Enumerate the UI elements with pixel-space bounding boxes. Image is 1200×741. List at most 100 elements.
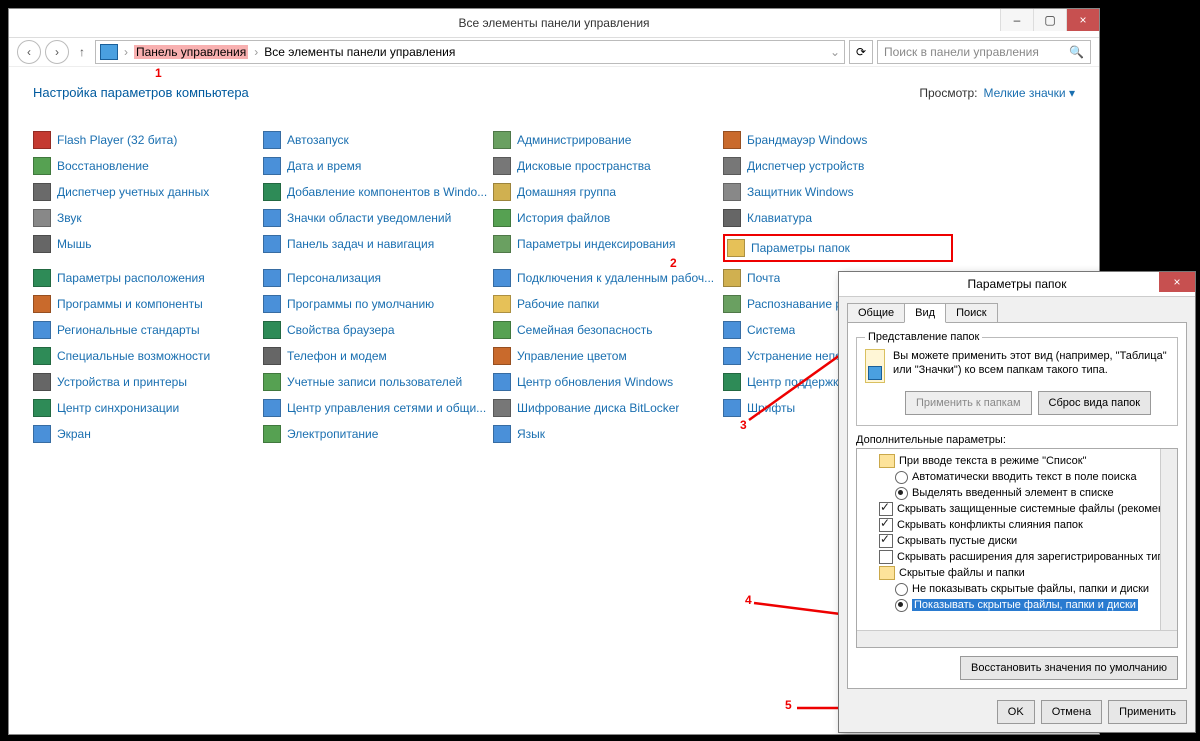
cp-item[interactable]: Центр обновления Windows — [493, 372, 723, 392]
cp-item[interactable]: Брандмауэр Windows — [723, 130, 953, 150]
checkbox-checked-icon[interactable] — [879, 518, 893, 532]
cp-item-label[interactable]: Клавиатура — [747, 211, 812, 225]
checkbox-checked-icon[interactable] — [879, 534, 893, 548]
ok-button[interactable]: OK — [997, 700, 1035, 724]
view-dropdown[interactable]: Мелкие значки ▾ — [984, 86, 1075, 100]
close-button[interactable]: × — [1066, 9, 1099, 31]
cp-item[interactable]: Центр управления сетями и общи... — [263, 398, 493, 418]
cp-item[interactable]: Управление цветом — [493, 346, 723, 366]
advanced-tree[interactable]: При вводе текста в режиме "Список" Автом… — [856, 448, 1178, 648]
cp-item-label[interactable]: Устройства и принтеры — [57, 375, 187, 389]
radio-off-icon[interactable] — [895, 583, 908, 596]
cp-item-label[interactable]: Параметры расположения — [57, 271, 205, 285]
cp-item-label[interactable]: Управление цветом — [517, 349, 627, 363]
cp-item[interactable]: Клавиатура — [723, 208, 953, 228]
maximize-button[interactable]: ▢ — [1033, 9, 1066, 31]
cp-item[interactable]: Устройства и принтеры — [33, 372, 263, 392]
horizontal-scrollbar[interactable] — [857, 630, 1177, 647]
restore-defaults-button[interactable]: Восстановить значения по умолчанию — [960, 656, 1178, 680]
cp-item[interactable]: Администрирование — [493, 130, 723, 150]
apply-to-folders-button[interactable]: Применить к папкам — [905, 391, 1032, 415]
cp-item[interactable]: Шифрование диска BitLocker — [493, 398, 723, 418]
cp-item[interactable]: Специальные возможности — [33, 346, 263, 366]
cp-item-label[interactable]: Система — [747, 323, 795, 337]
tree-opt-hide-ext[interactable]: Скрывать расширения для зарегистрированн… — [897, 551, 1170, 563]
radio-on-icon[interactable] — [895, 487, 908, 500]
cp-item[interactable]: Автозапуск — [263, 130, 493, 150]
cp-item[interactable]: Рабочие папки — [493, 294, 723, 314]
cp-item[interactable]: Экран — [33, 424, 263, 444]
cp-item-label[interactable]: Семейная безопасность — [517, 323, 653, 337]
cp-item-label[interactable]: Защитник Windows — [747, 185, 854, 199]
cp-item[interactable]: Электропитание — [263, 424, 493, 444]
cp-item-label[interactable]: Flash Player (32 бита) — [57, 133, 177, 147]
cp-item-label[interactable]: Центр обновления Windows — [517, 375, 673, 389]
cp-item-label[interactable]: Панель задач и навигация — [287, 237, 434, 251]
cp-item[interactable]: Диспетчер устройств — [723, 156, 953, 176]
cp-item[interactable]: Свойства браузера — [263, 320, 493, 340]
tree-opt-auto-type[interactable]: Автоматически вводить текст в поле поиск… — [912, 471, 1137, 483]
radio-off-icon[interactable] — [895, 471, 908, 484]
dialog-close-button[interactable]: × — [1159, 272, 1195, 292]
cp-item[interactable]: Параметры индексирования — [493, 234, 723, 254]
cp-item-label[interactable]: Автозапуск — [287, 133, 349, 147]
cp-item[interactable]: Параметры расположения — [33, 268, 263, 288]
cp-item-label[interactable]: Экран — [57, 427, 91, 441]
cp-item-label[interactable]: Программы и компоненты — [57, 297, 203, 311]
cp-item[interactable]: Дисковые пространства — [493, 156, 723, 176]
cp-item-label[interactable]: Центр синхронизации — [57, 401, 179, 415]
cancel-button[interactable]: Отмена — [1041, 700, 1102, 724]
cp-item-label[interactable]: Персонализация — [287, 271, 381, 285]
cp-item-label[interactable]: Добавление компонентов в Windo... — [287, 185, 487, 199]
cp-item-label[interactable]: Программы по умолчанию — [287, 297, 434, 311]
cp-item[interactable]: Телефон и модем — [263, 346, 493, 366]
cp-item[interactable]: История файлов — [493, 208, 723, 228]
radio-on-icon[interactable] — [895, 599, 908, 612]
tab-general[interactable]: Общие — [847, 303, 905, 323]
cp-item[interactable]: Программы по умолчанию — [263, 294, 493, 314]
cp-item-label[interactable]: Почта — [747, 271, 780, 285]
cp-item-label[interactable]: Шрифты — [747, 401, 795, 415]
search-input[interactable]: Поиск в панели управления 🔍 — [877, 40, 1091, 64]
cp-item-label[interactable]: Диспетчер учетных данных — [57, 185, 209, 199]
cp-item-label[interactable]: Центр поддержки — [747, 375, 845, 389]
cp-item[interactable]: Звук — [33, 208, 263, 228]
cp-item[interactable]: Центр синхронизации — [33, 398, 263, 418]
address-bar[interactable]: › Панель управления › Все элементы панел… — [95, 40, 845, 64]
cp-item-label[interactable]: Мышь — [57, 237, 92, 251]
cp-item-label[interactable]: Дата и время — [287, 159, 361, 173]
checkbox-unchecked-icon[interactable] — [879, 550, 893, 564]
checkbox-checked-icon[interactable] — [879, 502, 893, 516]
cp-item[interactable]: Дата и время — [263, 156, 493, 176]
cp-item[interactable]: Семейная безопасность — [493, 320, 723, 340]
cp-item-label[interactable]: Параметры индексирования — [517, 237, 675, 251]
cp-item-label[interactable]: Рабочие папки — [517, 297, 599, 311]
cp-item-label[interactable]: Домашняя группа — [517, 185, 616, 199]
cp-item[interactable]: Добавление компонентов в Windo... — [263, 182, 493, 202]
cp-item-label[interactable]: Региональные стандарты — [57, 323, 200, 337]
cp-item-label[interactable]: Параметры папок — [751, 241, 850, 255]
back-button[interactable]: ‹ — [17, 40, 41, 64]
chevron-down-icon[interactable]: ⌄ — [830, 45, 840, 59]
cp-item[interactable]: Персонализация — [263, 268, 493, 288]
tree-opt-hide-merge[interactable]: Скрывать конфликты слияния папок — [897, 519, 1083, 531]
cp-item-label[interactable]: Специальные возможности — [57, 349, 210, 363]
breadcrumb-control-panel[interactable]: Панель управления — [134, 45, 248, 59]
cp-item[interactable]: Язык — [493, 424, 723, 444]
tree-opt-dont-show-hidden[interactable]: Не показывать скрытые файлы, папки и дис… — [912, 583, 1149, 595]
cp-item-label[interactable]: Свойства браузера — [287, 323, 395, 337]
tree-opt-select-typed[interactable]: Выделять введенный элемент в списке — [912, 487, 1114, 499]
cp-item[interactable]: Программы и компоненты — [33, 294, 263, 314]
cp-item[interactable]: Диспетчер учетных данных — [33, 182, 263, 202]
cp-item-label[interactable]: История файлов — [517, 211, 610, 225]
cp-item[interactable]: Домашняя группа — [493, 182, 723, 202]
cp-item[interactable]: Учетные записи пользователей — [263, 372, 493, 392]
cp-item[interactable]: Восстановление — [33, 156, 263, 176]
vertical-scrollbar[interactable] — [1160, 449, 1177, 631]
reset-folders-button[interactable]: Сброс вида папок — [1038, 391, 1152, 415]
up-button[interactable]: ↑ — [73, 45, 91, 59]
breadcrumb-all-items[interactable]: Все элементы панели управления — [264, 45, 455, 59]
cp-item[interactable]: Региональные стандарты — [33, 320, 263, 340]
cp-item[interactable]: Значки области уведомлений — [263, 208, 493, 228]
cp-item-label[interactable]: Значки области уведомлений — [287, 211, 451, 225]
